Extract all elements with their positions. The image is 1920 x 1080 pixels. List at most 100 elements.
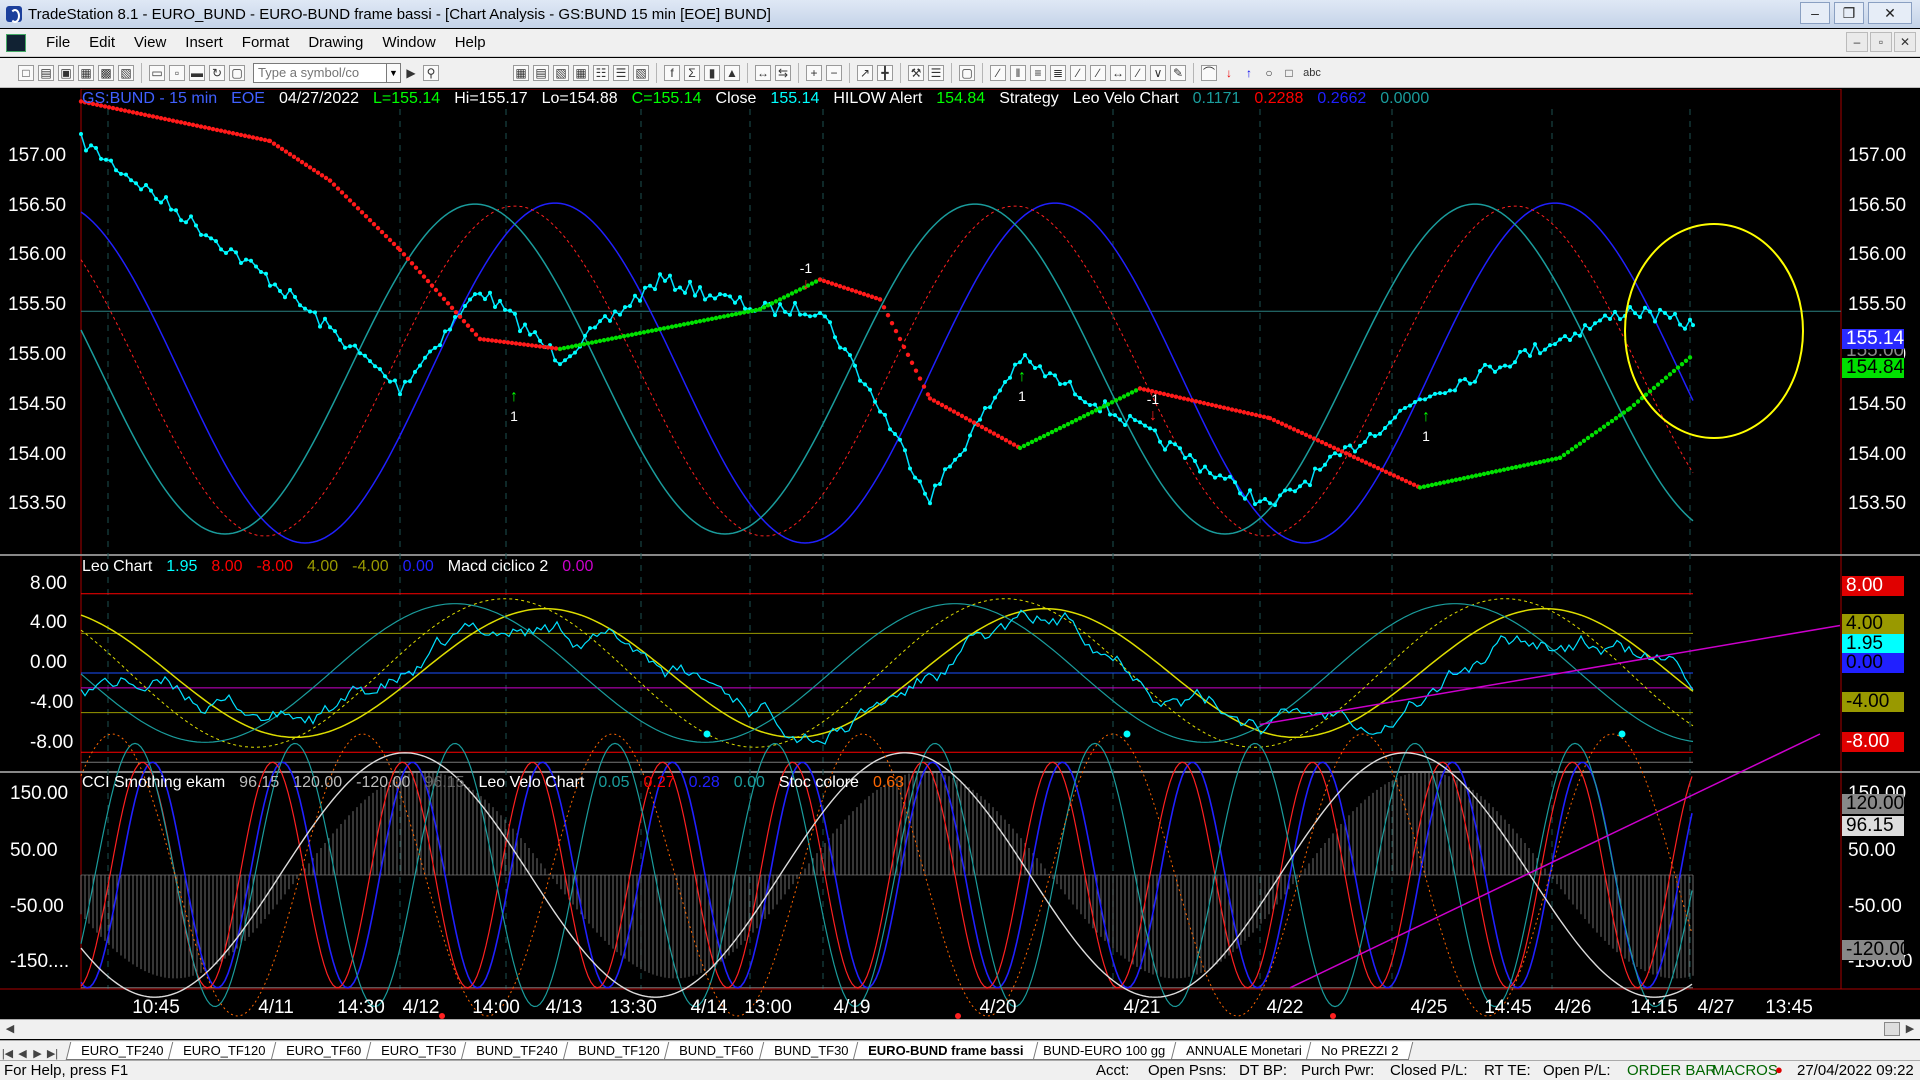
symbol-input[interactable]	[253, 62, 387, 83]
hilow-dot	[214, 127, 220, 133]
symbol-search-icon[interactable]: ⚲	[423, 64, 439, 81]
paste-icon[interactable]: ▬	[189, 64, 205, 81]
arc-icon[interactable]: ⌒	[1201, 64, 1217, 81]
chart-analysis-icon[interactable]: ▦	[513, 64, 529, 81]
workspace-tab[interactable]: ANNUALE Monetari	[1170, 1042, 1317, 1060]
document-icon[interactable]	[6, 33, 26, 52]
price-dot	[169, 207, 173, 212]
zoom-in-icon[interactable]: +	[806, 64, 822, 81]
go-arrow-icon[interactable]: ▶	[403, 65, 419, 81]
bar-interval-icon[interactable]: ▮	[704, 64, 720, 81]
text-tool-icon[interactable]: abc	[1301, 65, 1323, 81]
regression-icon[interactable]: ∕	[1090, 64, 1106, 81]
menu-view[interactable]: View	[124, 34, 175, 51]
menu-window[interactable]: Window	[372, 34, 444, 51]
scanner-icon[interactable]: ☷	[593, 64, 609, 81]
options-icon[interactable]: ▦	[573, 64, 589, 81]
tab-prev-icon[interactable]: ◀	[15, 1047, 30, 1060]
window-icon[interactable]: ▭	[149, 64, 165, 81]
bar-type-icon[interactable]: ▲	[724, 64, 740, 81]
workspace-tab[interactable]: BUND-EURO 100 gg	[1028, 1042, 1181, 1060]
menu-drawing[interactable]: Drawing	[298, 34, 372, 51]
portfolio-icon[interactable]: ☰	[613, 64, 629, 81]
insert-strategy-icon[interactable]: Σ	[684, 64, 700, 81]
new-icon[interactable]: □	[18, 64, 34, 81]
workspace-tab[interactable]: BUND_TF240	[460, 1042, 573, 1060]
tab-next-icon[interactable]: ▶	[30, 1047, 45, 1060]
scroll-left-icon[interactable]: ↔	[755, 64, 771, 81]
workspace-tab[interactable]: EURO-BUND frame bassi	[852, 1042, 1039, 1060]
status-order-bar[interactable]: ORDER BAR	[1627, 1062, 1716, 1079]
eraser-icon[interactable]: ▢	[959, 64, 975, 81]
workspace-tab[interactable]: BUND_TF60	[664, 1042, 769, 1060]
open-icon[interactable]: ▤	[38, 64, 54, 81]
lock-icon[interactable]: ▩	[98, 64, 114, 81]
scroll-right-arrow-icon[interactable]: ▶	[1902, 1022, 1918, 1036]
hilow-dot	[283, 149, 289, 154]
price-dot	[733, 300, 737, 305]
menu-format[interactable]: Format	[232, 34, 299, 51]
workspace-tab[interactable]: EURO_TF30	[365, 1042, 472, 1060]
chart-analysis-window[interactable]: ↑ 1 ↓ -1 ↑ 1 ↓ -1 ↑ 1 GS:BUND - 15 min EOE 04/27/20…	[0, 89, 1920, 1019]
workspace-tab[interactable]: EURO_TF120	[168, 1042, 281, 1060]
price-dot	[318, 324, 322, 329]
trendline-icon[interactable]: ∕	[990, 64, 1006, 81]
workspace-tab[interactable]: EURO_TF240	[65, 1042, 179, 1060]
matrix-icon[interactable]: ▧	[553, 64, 569, 81]
close-button[interactable]: ✕	[1868, 2, 1912, 24]
print-preview-icon[interactable]: ▢	[229, 64, 245, 81]
crosshair-icon[interactable]: ╋	[877, 64, 893, 81]
ellipse-icon[interactable]: ○	[1261, 65, 1277, 81]
pointer-icon[interactable]: ↗	[857, 64, 873, 81]
radarscreen-icon[interactable]: ▤	[533, 64, 549, 81]
down-arrow-icon[interactable]: ↓	[1221, 65, 1237, 81]
chart-canvas[interactable]: ↑1↓-1↑1↓-1↑1	[0, 89, 1920, 1019]
scroll-thumb[interactable]	[1884, 1022, 1900, 1036]
workspace-tab[interactable]: BUND_TF30	[758, 1042, 864, 1060]
speed-lines-icon[interactable]: ∕	[1130, 64, 1146, 81]
hilow-dot	[1177, 395, 1183, 400]
menu-insert[interactable]: Insert	[175, 34, 232, 51]
price-dot	[538, 338, 542, 343]
tools-icon[interactable]: ⚒	[908, 64, 924, 81]
minimize-button[interactable]: –	[1800, 2, 1830, 24]
menu-help[interactable]: Help	[445, 34, 495, 51]
restore-button[interactable]: ❐	[1834, 2, 1864, 24]
tab-first-icon[interactable]: |◀	[0, 1047, 15, 1060]
doc-restore-button[interactable]: ▫	[1870, 32, 1892, 52]
save-all-icon[interactable]: ▦	[78, 64, 94, 81]
up-arrow-icon[interactable]: ↑	[1241, 65, 1257, 81]
doc-minimize-button[interactable]: –	[1846, 32, 1868, 52]
workspace-tab[interactable]: No PREZZI 2	[1305, 1042, 1414, 1060]
format-icon[interactable]: ☰	[928, 64, 944, 81]
chevron-down-icon[interactable]: ▼	[387, 62, 401, 83]
scroll-left-arrow-icon[interactable]: ◀	[2, 1022, 18, 1036]
tab-last-icon[interactable]: ▶|	[45, 1047, 60, 1060]
menu-edit[interactable]: Edit	[79, 34, 124, 51]
news-icon[interactable]: ▧	[633, 64, 649, 81]
menu-file[interactable]: File	[36, 34, 79, 51]
save-icon[interactable]: ▣	[58, 64, 74, 81]
status-macros[interactable]: MACROS	[1712, 1062, 1778, 1079]
horizontal-lines-icon[interactable]: ≡	[1030, 64, 1046, 81]
refresh-icon[interactable]: ↻	[209, 64, 225, 81]
fibonacci-icon[interactable]: ≣	[1050, 64, 1066, 81]
workspace-tab[interactable]: EURO_TF60	[270, 1042, 377, 1060]
print-icon[interactable]: ▧	[118, 64, 134, 81]
rectangle-icon[interactable]: □	[1281, 65, 1297, 81]
pen-icon[interactable]: ✎	[1170, 64, 1186, 81]
scroll-right-icon[interactable]: ⇆	[775, 64, 791, 81]
insert-indicator-icon[interactable]: f	[664, 64, 680, 81]
doc-close-button[interactable]: ✕	[1894, 32, 1916, 52]
legend-item: L=155.14	[373, 90, 441, 107]
copy-icon[interactable]: ▫	[169, 64, 185, 81]
status-open-psns: Open Psns:	[1148, 1062, 1227, 1079]
channel-icon[interactable]: ∕	[1070, 64, 1086, 81]
ruler-icon[interactable]: ↔	[1110, 64, 1126, 81]
gann-fan-icon[interactable]: ∨	[1150, 64, 1166, 81]
zoom-out-icon[interactable]: −	[826, 64, 842, 81]
hilow-dot	[753, 307, 759, 313]
vertical-lines-icon[interactable]: ‖	[1010, 64, 1026, 81]
chart-horizontal-scrollbar[interactable]: ◀ ▶	[0, 1019, 1920, 1039]
workspace-tab[interactable]: BUND_TF120	[562, 1042, 675, 1060]
